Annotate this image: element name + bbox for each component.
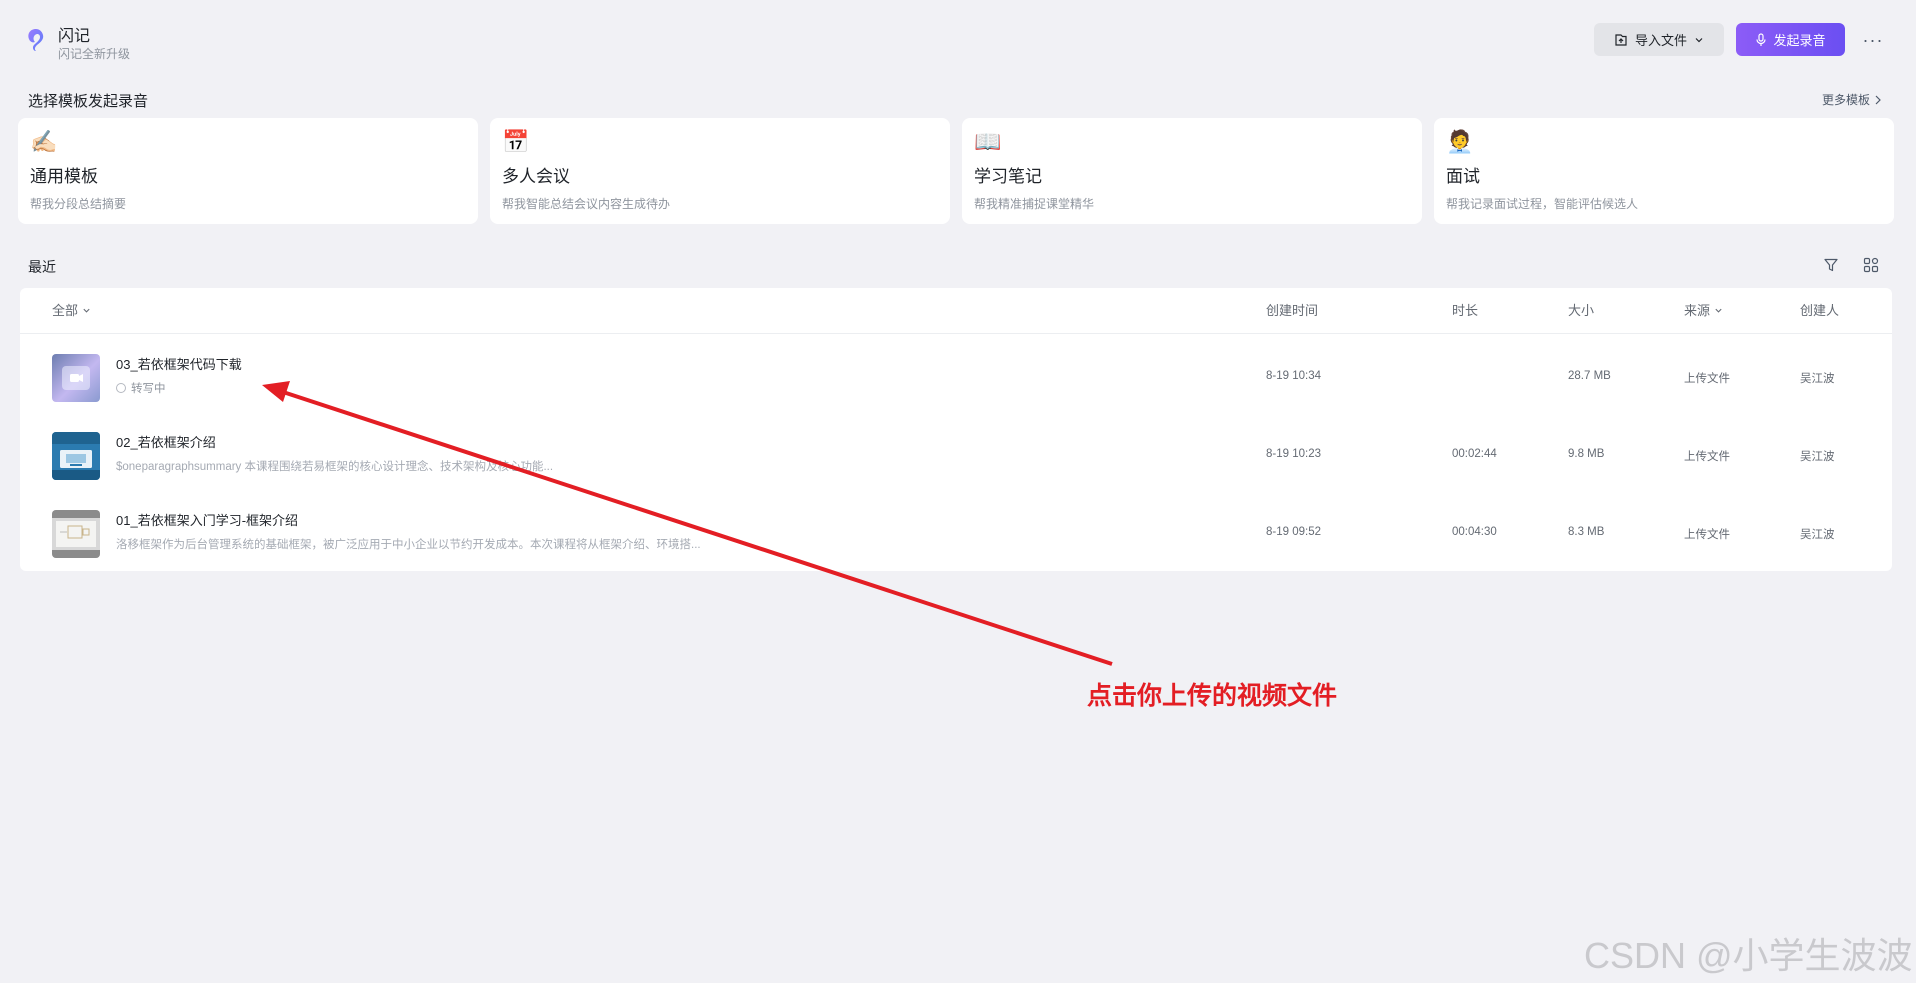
- chevron-right-icon: [1875, 95, 1881, 104]
- video-thumbnail: [52, 432, 100, 480]
- creator: 吴江波: [1800, 529, 1835, 541]
- template-desc: 帮我精准捕捉课堂精华: [974, 197, 1095, 211]
- template-desc: 帮我分段总结摘要: [30, 197, 127, 211]
- video-camera-icon: [62, 366, 90, 390]
- duration: 00:02:44: [1452, 448, 1497, 460]
- template-card-study-notes[interactable]: 📖 学习笔记 帮我精准捕捉课堂精华: [962, 118, 1422, 224]
- import-file-button[interactable]: 导入文件: [1594, 23, 1724, 56]
- filter-button[interactable]: [1820, 254, 1842, 276]
- more-options-button[interactable]: ···: [1858, 25, 1888, 55]
- annotation-text: 点击你上传的视频文件: [1087, 682, 1338, 710]
- filter-all-dropdown[interactable]: 全部: [52, 288, 91, 333]
- app-subtitle: 闪记全新升级: [58, 47, 131, 61]
- video-thumbnail: [52, 354, 100, 402]
- creator: 吴江波: [1800, 373, 1835, 385]
- open-book-icon: 📖: [974, 129, 1002, 154]
- app-name: 闪记: [58, 28, 91, 45]
- table-row[interactable]: 02_若依框架介绍 $oneparagraphsummary 本课程围绕若易框架…: [20, 420, 1892, 498]
- source: 上传文件: [1684, 451, 1730, 463]
- calendar-icon: 📅: [502, 129, 530, 154]
- file-size: 8.3 MB: [1568, 526, 1605, 538]
- loading-spinner-icon: [116, 383, 126, 393]
- file-name[interactable]: 03_若依框架代码下载: [116, 354, 242, 373]
- file-name[interactable]: 01_若依框架入门学习-框架介绍: [116, 510, 298, 529]
- template-card-interview[interactable]: 🧑‍💼 面试 帮我记录面试过程，智能评估候选人: [1434, 118, 1894, 224]
- template-desc: 帮我记录面试过程，智能评估候选人: [1446, 197, 1639, 211]
- source-filter-dropdown[interactable]: 来源: [1684, 288, 1723, 333]
- template-desc: 帮我智能总结会议内容生成待办: [502, 197, 671, 211]
- column-all-label: 全部: [52, 303, 79, 318]
- recent-files-table: 全部 创建时间 时长 大小 来源 创建人 03_若依框架代码下载 转写中 8-1…: [20, 288, 1892, 571]
- import-file-label: 导入文件: [1634, 33, 1687, 48]
- chevron-down-icon: [1715, 308, 1722, 313]
- file-name[interactable]: 02_若依框架介绍: [116, 432, 216, 451]
- more-templates-link[interactable]: 更多模板: [1822, 91, 1882, 108]
- transcribing-status: 转写中: [116, 380, 166, 396]
- start-recording-button[interactable]: 发起录音: [1736, 23, 1845, 56]
- created-time: 8-19 09:52: [1266, 526, 1321, 538]
- template-title: 多人会议: [502, 167, 570, 186]
- chevron-down-icon: [1695, 37, 1703, 42]
- watermark: CSDN @小学生波波: [1584, 935, 1913, 976]
- grid-view-icon: [1863, 257, 1879, 273]
- column-header-created[interactable]: 创建时间: [1266, 288, 1318, 333]
- file-size: 9.8 MB: [1568, 448, 1605, 460]
- microphone-icon: [1756, 32, 1767, 46]
- file-summary: 洛移框架作为后台管理系统的基础框架，被广泛应用于中小企业以节约开发成本。本次课程…: [116, 539, 701, 551]
- source: 上传文件: [1684, 373, 1730, 385]
- table-row[interactable]: 03_若依框架代码下载 转写中 8-19 10:34 28.7 MB 上传文件 …: [20, 342, 1892, 420]
- upload-file-icon: [1615, 33, 1627, 46]
- table-row[interactable]: 01_若依框架入门学习-框架介绍 洛移框架作为后台管理系统的基础框架，被广泛应用…: [20, 498, 1892, 576]
- video-thumbnail: [52, 510, 100, 558]
- column-header-duration: 时长: [1452, 303, 1479, 318]
- creator: 吴江波: [1800, 451, 1835, 463]
- template-card-meeting[interactable]: 📅 多人会议 帮我智能总结会议内容生成待办: [490, 118, 950, 224]
- created-time: 8-19 10:23: [1266, 448, 1321, 460]
- status-text: 转写中: [131, 383, 166, 395]
- column-source-label: 来源: [1684, 303, 1711, 318]
- source: 上传文件: [1684, 529, 1730, 541]
- app-logo-icon: [28, 29, 44, 51]
- grid-view-button[interactable]: [1860, 254, 1882, 276]
- created-time: 8-19 10:34: [1266, 370, 1321, 382]
- chevron-down-icon: [83, 308, 90, 313]
- file-summary: $oneparagraphsummary 本课程围绕若易框架的核心设计理念、技术…: [116, 461, 554, 473]
- column-header-size: 大小: [1568, 303, 1595, 318]
- writing-hand-icon: ✍🏻: [30, 129, 58, 154]
- header-divider: [20, 333, 1892, 334]
- document-preview-icon: [52, 510, 100, 558]
- templates-section-title: 选择模板发起录音: [28, 93, 149, 110]
- start-recording-label: 发起录音: [1773, 33, 1826, 48]
- filter-icon: [1824, 258, 1838, 272]
- template-card-general[interactable]: ✍🏻 通用模板 帮我分段总结摘要: [18, 118, 478, 224]
- template-title: 学习笔记: [974, 167, 1042, 186]
- more-templates-label: 更多模板: [1822, 93, 1871, 107]
- screen-presentation-icon: [52, 432, 100, 480]
- recent-section-title: 最近: [28, 259, 56, 275]
- template-title: 通用模板: [30, 167, 98, 186]
- template-title: 面试: [1446, 167, 1480, 186]
- office-worker-icon: 🧑‍💼: [1446, 129, 1474, 154]
- duration: 00:04:30: [1452, 526, 1497, 538]
- app-header: 闪记 闪记全新升级 导入文件 发起录音 ···: [0, 0, 1916, 80]
- file-size: 28.7 MB: [1568, 370, 1611, 382]
- column-header-creator: 创建人: [1800, 303, 1840, 318]
